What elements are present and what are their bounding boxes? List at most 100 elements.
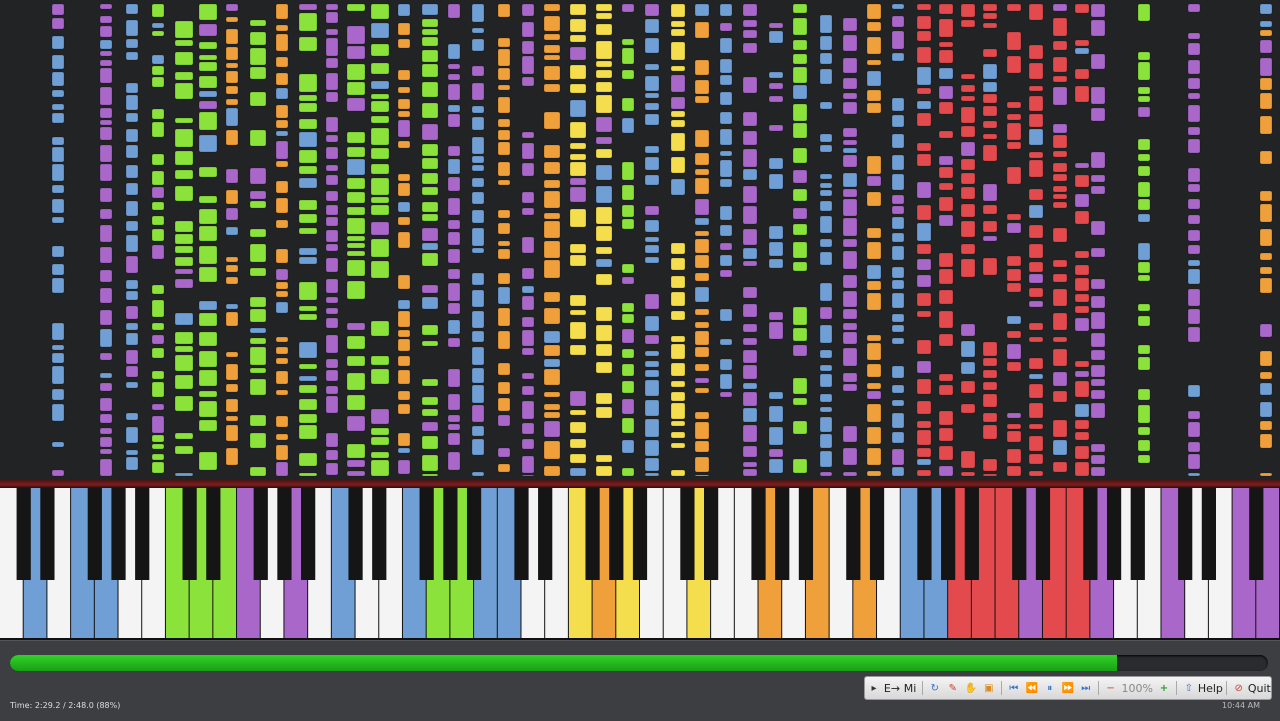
note-block — [719, 358, 733, 371]
note-block — [982, 341, 998, 357]
note-block — [346, 280, 366, 300]
note-block — [842, 92, 858, 100]
quit-icon[interactable]: ⊘ — [1232, 679, 1246, 697]
note-block — [51, 469, 65, 477]
zoom-in-icon[interactable]: + — [1157, 679, 1171, 697]
export-button[interactable]: E→ — [884, 679, 900, 697]
note-block — [325, 358, 339, 369]
note-block — [497, 222, 511, 235]
black-key — [751, 488, 766, 580]
note-block — [842, 188, 858, 198]
note-block — [543, 111, 561, 130]
note-block — [960, 323, 976, 337]
note-block — [1090, 295, 1106, 309]
note-block — [521, 162, 535, 177]
note-block — [225, 264, 239, 273]
note-block — [1259, 57, 1273, 77]
note-block — [298, 452, 318, 467]
note-block — [866, 342, 882, 361]
note-block — [125, 456, 139, 471]
note-block — [670, 391, 686, 402]
note-block — [742, 76, 758, 94]
fast-forward-icon[interactable]: ⏩ — [1061, 679, 1075, 697]
note-block — [670, 469, 686, 477]
note-block — [938, 101, 954, 115]
note-block — [51, 136, 65, 146]
note-block — [569, 467, 587, 477]
lock-icon[interactable]: ▣ — [982, 679, 996, 697]
note-block — [842, 331, 858, 345]
note-block — [982, 393, 998, 408]
note-block — [51, 17, 65, 30]
zoom-out-icon[interactable]: − — [1104, 679, 1118, 697]
note-block — [1052, 259, 1068, 268]
note-block — [298, 472, 318, 477]
note-block — [694, 321, 710, 329]
note-block — [497, 48, 511, 67]
loop-icon[interactable]: ↻ — [928, 679, 942, 697]
note-block — [298, 12, 318, 32]
note-block — [621, 439, 635, 454]
note-block — [982, 220, 998, 233]
note-block — [742, 407, 758, 423]
black-key — [206, 488, 221, 580]
note-block — [916, 112, 932, 127]
note-block — [1052, 371, 1068, 387]
note-block — [325, 216, 339, 227]
note-block — [521, 474, 535, 477]
note-block — [1074, 445, 1090, 460]
note-block — [982, 473, 998, 477]
note-block — [792, 397, 808, 406]
note-block — [1028, 95, 1044, 112]
note-block — [125, 426, 139, 444]
note-block — [51, 112, 65, 124]
note-block — [742, 337, 758, 346]
note-block — [1006, 122, 1022, 141]
note-block — [842, 308, 858, 320]
note-block — [421, 421, 439, 432]
note-block — [1187, 198, 1201, 210]
note-block — [982, 412, 998, 423]
skip-start-icon[interactable]: ⏮ — [1007, 679, 1021, 697]
note-block — [792, 17, 808, 36]
note-block — [719, 74, 733, 86]
pencil-icon[interactable]: ✎ — [946, 679, 960, 697]
midi-button[interactable]: Mi — [903, 679, 917, 697]
hand-icon[interactable]: ✋ — [964, 679, 978, 697]
quit-button[interactable]: Quit — [1248, 679, 1271, 697]
note-block — [891, 133, 905, 149]
note-block — [1028, 3, 1044, 21]
note-block — [569, 46, 587, 61]
note-block — [497, 67, 511, 81]
note-block — [891, 466, 905, 477]
note-block — [742, 445, 758, 458]
note-block — [1028, 336, 1044, 343]
note-block — [447, 423, 461, 431]
note-block — [249, 129, 267, 147]
note-block — [447, 158, 461, 175]
skip-end-icon[interactable]: ⏭ — [1079, 679, 1093, 697]
track-icon[interactable]: ▸ — [867, 679, 881, 697]
note-block — [916, 258, 932, 271]
note-block — [595, 185, 613, 204]
help-icon[interactable]: ⇧ — [1182, 679, 1196, 697]
note-block — [742, 185, 758, 204]
note-block — [982, 81, 998, 93]
note-block — [891, 154, 905, 171]
note-block — [521, 142, 535, 160]
progress-bar[interactable] — [10, 655, 1268, 671]
note-block — [792, 223, 808, 236]
rewind-icon[interactable]: ⏪ — [1025, 679, 1039, 697]
note-block — [569, 83, 587, 94]
help-button[interactable]: Help — [1198, 679, 1223, 697]
pause-icon[interactable]: ⏸ — [1043, 679, 1057, 697]
note-block — [543, 3, 561, 12]
note-block — [346, 470, 366, 477]
note-block — [1187, 3, 1201, 13]
note-block — [1137, 242, 1151, 261]
note-block — [938, 130, 954, 139]
note-block — [497, 307, 511, 327]
note-block — [1259, 266, 1273, 275]
note-block — [621, 263, 635, 274]
note-block — [471, 164, 485, 172]
